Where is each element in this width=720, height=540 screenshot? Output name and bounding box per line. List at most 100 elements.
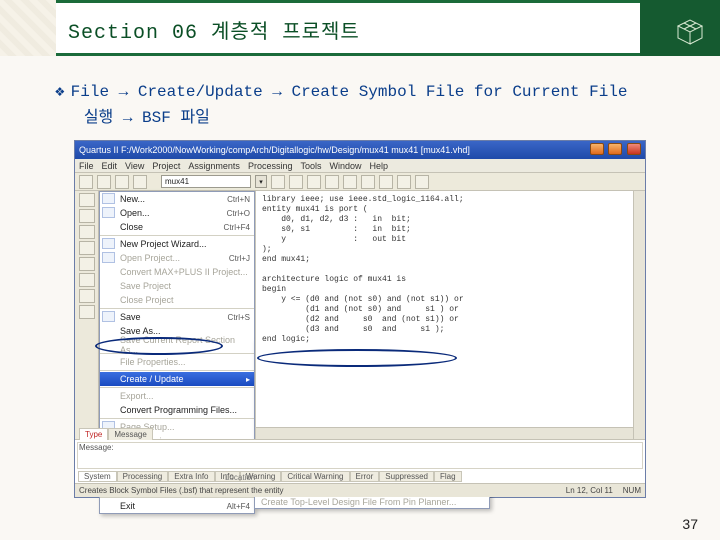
left-tool-icon[interactable] — [79, 289, 95, 303]
toolbar-icon[interactable] — [397, 175, 411, 189]
menu-view[interactable]: View — [125, 161, 144, 171]
messages-tab-type[interactable]: Type — [79, 428, 108, 440]
menu-item-shortcut: Ctrl+S — [228, 313, 250, 322]
menu-project[interactable]: Project — [152, 161, 180, 171]
left-tool-icon[interactable] — [79, 305, 95, 319]
messages-tab[interactable]: System — [78, 471, 117, 482]
submenu-arrow-icon: ▸ — [246, 375, 250, 384]
left-tool-icon[interactable] — [79, 225, 95, 239]
window-title: Quartus II F:/Work2000/NowWorking/compAr… — [79, 145, 470, 155]
menu-assignments[interactable]: Assignments — [188, 161, 240, 171]
file-menu-item[interactable]: Save Ctrl+S — [100, 310, 254, 324]
workarea: New...Ctrl+N Open... Ctrl+O CloseCtrl+F4 New… — [75, 191, 645, 439]
toolbar: mux41 ▾ — [75, 173, 645, 191]
menu-item-label: Open Project... — [120, 253, 180, 263]
messages-tab[interactable]: Critical Warning — [281, 471, 349, 482]
toolbar-open-icon[interactable] — [97, 175, 111, 189]
section-title: Section 06 계층적 프로젝트 — [68, 15, 628, 45]
toolbar-icon[interactable] — [289, 175, 303, 189]
file-menu-item[interactable]: CloseCtrl+F4 — [100, 220, 254, 234]
menu-item-label: Close Project — [120, 295, 174, 305]
toolbar-icon[interactable] — [307, 175, 321, 189]
file-menu-item[interactable]: ExitAlt+F4 — [100, 499, 254, 513]
menu-item-label: Save — [120, 312, 141, 322]
menu-processing[interactable]: Processing — [248, 161, 293, 171]
toolbar-icon[interactable] — [343, 175, 357, 189]
file-menu-item[interactable]: New Project Wizard... — [100, 237, 254, 251]
slide-deco-right — [640, 0, 720, 56]
maximize-button[interactable] — [608, 143, 622, 155]
menu-file[interactable]: File — [79, 161, 94, 171]
window-titlebar[interactable]: Quartus II F:/Work2000/NowWorking/compAr… — [75, 141, 645, 159]
toolbar-save-icon[interactable] — [115, 175, 129, 189]
toolbar-icon[interactable] — [325, 175, 339, 189]
file-menu-item: Convert MAX+PLUS II Project... — [100, 265, 254, 279]
menu-window[interactable]: Window — [329, 161, 361, 171]
menu-item-icon — [102, 207, 115, 218]
menu-item-label: Open... — [120, 208, 150, 218]
left-tool-column — [75, 191, 99, 439]
toolbar-icon[interactable] — [271, 175, 285, 189]
messages-tab-message[interactable]: Message — [108, 428, 152, 440]
menu-item-label: Create / Update — [120, 374, 184, 384]
cursor-position: Ln 12, Col 11 — [566, 486, 613, 495]
toolbar-icon[interactable] — [361, 175, 375, 189]
menu-item-shortcut: Alt+F4 — [227, 502, 250, 511]
close-button[interactable] — [627, 143, 641, 155]
menu-item-label: File Properties... — [120, 357, 186, 367]
window-buttons — [588, 143, 641, 157]
project-selector-dropdown-icon[interactable]: ▾ — [255, 175, 267, 188]
editor-content: library ieee; use ieee.std_logic_1164.al… — [256, 191, 645, 349]
menu-help[interactable]: Help — [370, 161, 389, 171]
horizontal-scrollbar[interactable] — [256, 427, 633, 439]
menu-item-label: New Project Wizard... — [120, 239, 207, 249]
file-menu-item: Export... — [100, 389, 254, 403]
messages-header-tabs: Type Message — [79, 428, 153, 440]
file-menu-item[interactable]: New...Ctrl+N — [100, 192, 254, 206]
menu-item-shortcut: Ctrl+O — [227, 209, 250, 218]
left-tool-icon[interactable] — [79, 257, 95, 271]
menu-item-icon — [102, 193, 115, 204]
messages-tab[interactable]: Error — [350, 471, 380, 482]
left-tool-icon[interactable] — [79, 241, 95, 255]
toolbar-print-icon[interactable] — [133, 175, 147, 189]
file-menu-item: Save Current Report Section As... — [100, 338, 254, 352]
messages-tab[interactable]: Processing — [117, 471, 169, 482]
messages-tab[interactable]: Extra Info — [168, 471, 214, 482]
project-selector[interactable]: mux41 — [161, 175, 251, 188]
messages-tab[interactable]: Flag — [434, 471, 462, 482]
code-editor[interactable]: library ieee; use ieee.std_logic_1164.al… — [255, 191, 645, 439]
file-menu-item[interactable]: Convert Programming Files... — [100, 403, 254, 417]
left-tool-icon[interactable] — [79, 273, 95, 287]
file-menu-item[interactable]: Open... Ctrl+O — [100, 206, 254, 220]
file-menu-item[interactable]: Create / Update ▸ — [100, 372, 254, 386]
menu-item-shortcut: Ctrl+N — [227, 195, 250, 204]
message-label: Message: — [79, 443, 114, 452]
menu-item-label: Close — [120, 222, 143, 232]
vertical-scrollbar[interactable] — [633, 191, 645, 439]
left-tool-icon[interactable] — [79, 209, 95, 223]
bullet-diamond-icon: ❖ — [55, 83, 65, 101]
minimize-button[interactable] — [590, 143, 604, 155]
left-tool-icon[interactable] — [79, 193, 95, 207]
menu-item-icon — [102, 238, 115, 249]
messages-list[interactable] — [77, 442, 643, 469]
menu-item-label: Convert MAX+PLUS II Project... — [120, 267, 248, 277]
toolbar-new-icon[interactable] — [79, 175, 93, 189]
messages-tab[interactable]: Suppressed — [379, 471, 434, 482]
menu-item-icon — [102, 252, 115, 263]
menu-tools[interactable]: Tools — [300, 161, 321, 171]
statusbar: Creates Block Symbol Files (.bsf) that r… — [75, 483, 645, 497]
file-menu-item: Save Project — [100, 279, 254, 293]
toolbar-icon[interactable] — [379, 175, 393, 189]
menu-item-label: Export... — [120, 391, 154, 401]
menu-item-shortcut: Ctrl+J — [229, 254, 250, 263]
menu-item-icon — [102, 311, 115, 322]
menu-edit[interactable]: Edit — [102, 161, 118, 171]
menubar[interactable]: File Edit View Project Assignments Processing… — [75, 159, 645, 173]
project-selector-value: mux41 — [165, 177, 189, 186]
toolbar-icon[interactable] — [415, 175, 429, 189]
file-menu-item: Open Project... Ctrl+J — [100, 251, 254, 265]
menu-item-label: Save Project — [120, 281, 171, 291]
cube-icon — [668, 6, 712, 50]
